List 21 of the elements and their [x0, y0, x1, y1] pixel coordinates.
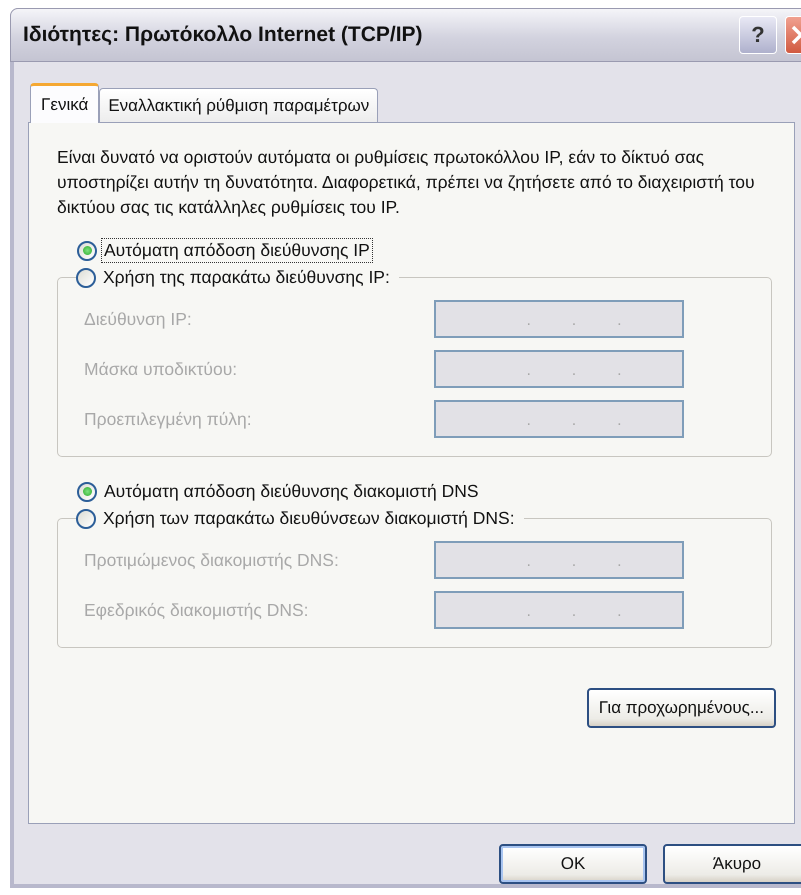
dialog-button[interactable]: OK — [499, 844, 647, 884]
tab[interactable]: Εναλλακτική ρύθμιση παραμέτρων — [99, 88, 378, 122]
radio-label[interactable]: Αυτόματη απόδοση διεύθυνσης IP — [101, 238, 373, 263]
help-button[interactable]: ? — [739, 16, 777, 54]
tab[interactable]: Γενικά — [30, 83, 100, 123]
field-label: Μάσκα υποδικτύου: — [84, 358, 238, 380]
radio-button[interactable] — [76, 268, 96, 288]
radio-button[interactable] — [77, 240, 97, 260]
description-text: Είναι δυνατό να οριστούν αυτόματα οι ρυθμίσεις πρωτοκόλλου IP, εάν το δίκτυό σας υποστηρίζει αυτήν τη δυνατότητα. Διαφορετικά, πρέπει να ζητήσετε από το διαχειριστή του δικτύου σας τις κατάλληλες ρυθμίσεις του IP. — [57, 146, 756, 219]
field-label: Εφεδρικός διακομιστής DNS: — [84, 600, 310, 620]
field-label: Προεπιλεγμένη πύλη: — [84, 408, 253, 430]
field-label: Διεύθυνση IP: — [84, 308, 193, 330]
field-label: Προτιμώμενος διακομιστής DNS: — [84, 550, 340, 570]
radio-label[interactable]: Χρήση των παρακάτω διευθύνσεων διακομιστή DNS: — [100, 506, 518, 531]
dialog-button[interactable]: Άκυρο — [663, 844, 801, 884]
window-title: Ιδιότητες: Πρωτόκολλο Internet (TCP/IP) — [23, 23, 424, 47]
radio-label[interactable]: Χρήση της παρακάτω διεύθυνσης IP: — [100, 265, 393, 290]
radio-button[interactable] — [77, 482, 97, 502]
advanced-button[interactable]: Για προχωρημένους... — [586, 688, 776, 728]
radio-button[interactable] — [76, 508, 96, 528]
radio-label[interactable]: Αυτόματη απόδοση διεύθυνσης διακομιστή DNS — [101, 479, 482, 504]
